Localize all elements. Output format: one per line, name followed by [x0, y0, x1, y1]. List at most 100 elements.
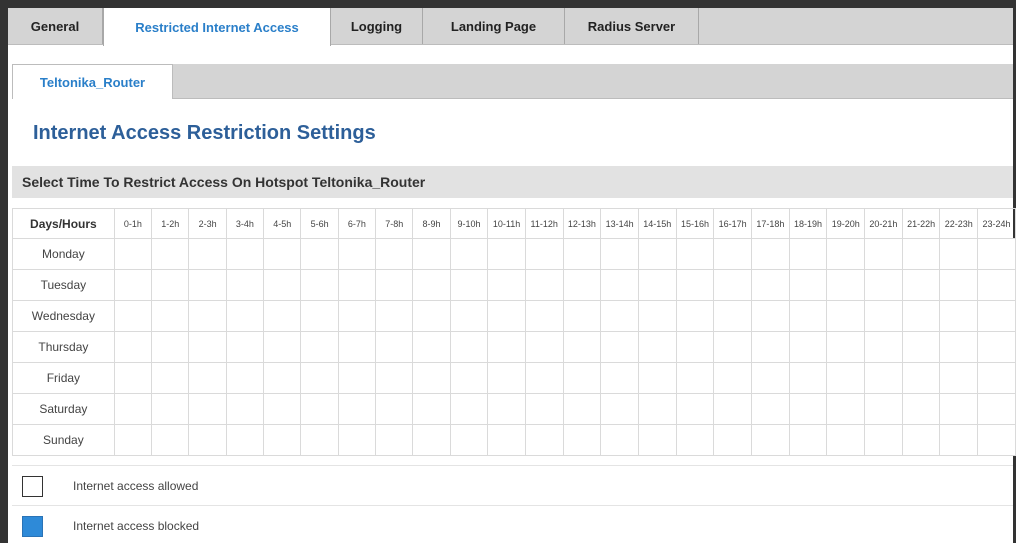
schedule-cell[interactable]	[225, 424, 265, 456]
sub-tab-teltonika-router[interactable]: Teltonika_Router	[12, 64, 173, 99]
schedule-cell[interactable]	[901, 331, 941, 363]
schedule-cell[interactable]	[600, 238, 639, 270]
schedule-cell[interactable]	[750, 393, 790, 425]
schedule-cell[interactable]	[449, 393, 489, 425]
schedule-cell[interactable]	[675, 393, 715, 425]
schedule-cell[interactable]	[826, 238, 866, 270]
schedule-cell[interactable]	[375, 393, 414, 425]
schedule-cell[interactable]	[412, 393, 451, 425]
schedule-cell[interactable]	[977, 331, 1016, 363]
schedule-cell[interactable]	[263, 393, 302, 425]
tab-logging[interactable]: Logging	[331, 8, 423, 44]
schedule-cell[interactable]	[675, 331, 715, 363]
tab-landing-page[interactable]: Landing Page	[423, 8, 565, 44]
schedule-cell[interactable]	[337, 238, 377, 270]
schedule-cell[interactable]	[901, 300, 941, 332]
schedule-cell[interactable]	[487, 331, 526, 363]
schedule-cell[interactable]	[263, 362, 302, 394]
schedule-cell[interactable]	[675, 238, 715, 270]
schedule-cell[interactable]	[675, 362, 715, 394]
schedule-cell[interactable]	[864, 238, 903, 270]
schedule-cell[interactable]	[977, 238, 1016, 270]
tab-restricted-internet-access[interactable]: Restricted Internet Access	[103, 8, 331, 46]
schedule-cell[interactable]	[562, 424, 602, 456]
schedule-cell[interactable]	[300, 362, 339, 394]
schedule-cell[interactable]	[263, 331, 302, 363]
schedule-cell[interactable]	[300, 238, 339, 270]
schedule-cell[interactable]	[977, 424, 1016, 456]
schedule-cell[interactable]	[939, 362, 979, 394]
schedule-cell[interactable]	[151, 362, 190, 394]
schedule-cell[interactable]	[487, 238, 526, 270]
schedule-cell[interactable]	[713, 269, 752, 301]
schedule-cell[interactable]	[375, 331, 414, 363]
schedule-cell[interactable]	[524, 300, 564, 332]
schedule-cell[interactable]	[562, 300, 602, 332]
schedule-cell[interactable]	[713, 424, 752, 456]
schedule-cell[interactable]	[337, 362, 377, 394]
schedule-cell[interactable]	[713, 238, 752, 270]
schedule-cell[interactable]	[188, 331, 227, 363]
schedule-cell[interactable]	[675, 424, 715, 456]
schedule-cell[interactable]	[826, 331, 866, 363]
schedule-cell[interactable]	[337, 393, 377, 425]
schedule-cell[interactable]	[151, 424, 190, 456]
schedule-cell[interactable]	[524, 238, 564, 270]
schedule-cell[interactable]	[487, 300, 526, 332]
schedule-cell[interactable]	[864, 362, 903, 394]
schedule-cell[interactable]	[826, 362, 866, 394]
schedule-cell[interactable]	[524, 269, 564, 301]
schedule-cell[interactable]	[750, 331, 790, 363]
schedule-cell[interactable]	[487, 424, 526, 456]
schedule-cell[interactable]	[788, 393, 828, 425]
schedule-cell[interactable]	[375, 424, 414, 456]
schedule-cell[interactable]	[412, 424, 451, 456]
schedule-cell[interactable]	[562, 238, 602, 270]
schedule-cell[interactable]	[449, 269, 489, 301]
schedule-cell[interactable]	[225, 269, 265, 301]
schedule-cell[interactable]	[151, 269, 190, 301]
schedule-cell[interactable]	[337, 424, 377, 456]
schedule-cell[interactable]	[977, 300, 1016, 332]
schedule-cell[interactable]	[449, 238, 489, 270]
schedule-cell[interactable]	[151, 238, 190, 270]
schedule-cell[interactable]	[826, 300, 866, 332]
schedule-cell[interactable]	[524, 424, 564, 456]
schedule-cell[interactable]	[788, 238, 828, 270]
schedule-cell[interactable]	[524, 362, 564, 394]
tab-general[interactable]: General	[8, 8, 103, 44]
schedule-cell[interactable]	[487, 393, 526, 425]
schedule-cell[interactable]	[300, 300, 339, 332]
schedule-cell[interactable]	[939, 300, 979, 332]
schedule-cell[interactable]	[600, 424, 639, 456]
schedule-cell[interactable]	[600, 269, 639, 301]
schedule-cell[interactable]	[375, 269, 414, 301]
schedule-cell[interactable]	[412, 238, 451, 270]
schedule-cell[interactable]	[901, 362, 941, 394]
schedule-cell[interactable]	[562, 362, 602, 394]
schedule-cell[interactable]	[225, 331, 265, 363]
schedule-cell[interactable]	[713, 362, 752, 394]
schedule-cell[interactable]	[788, 300, 828, 332]
tab-radius-server[interactable]: Radius Server	[565, 8, 699, 44]
schedule-cell[interactable]	[412, 300, 451, 332]
schedule-cell[interactable]	[750, 362, 790, 394]
schedule-cell[interactable]	[637, 424, 677, 456]
schedule-cell[interactable]	[225, 362, 265, 394]
schedule-cell[interactable]	[939, 238, 979, 270]
schedule-cell[interactable]	[901, 238, 941, 270]
schedule-cell[interactable]	[263, 300, 302, 332]
schedule-cell[interactable]	[375, 238, 414, 270]
schedule-cell[interactable]	[449, 300, 489, 332]
schedule-cell[interactable]	[713, 300, 752, 332]
schedule-cell[interactable]	[788, 269, 828, 301]
schedule-cell[interactable]	[113, 424, 153, 456]
schedule-cell[interactable]	[225, 300, 265, 332]
schedule-cell[interactable]	[600, 362, 639, 394]
schedule-cell[interactable]	[939, 393, 979, 425]
schedule-cell[interactable]	[864, 269, 903, 301]
schedule-cell[interactable]	[300, 331, 339, 363]
schedule-cell[interactable]	[375, 300, 414, 332]
schedule-cell[interactable]	[750, 424, 790, 456]
schedule-cell[interactable]	[675, 269, 715, 301]
